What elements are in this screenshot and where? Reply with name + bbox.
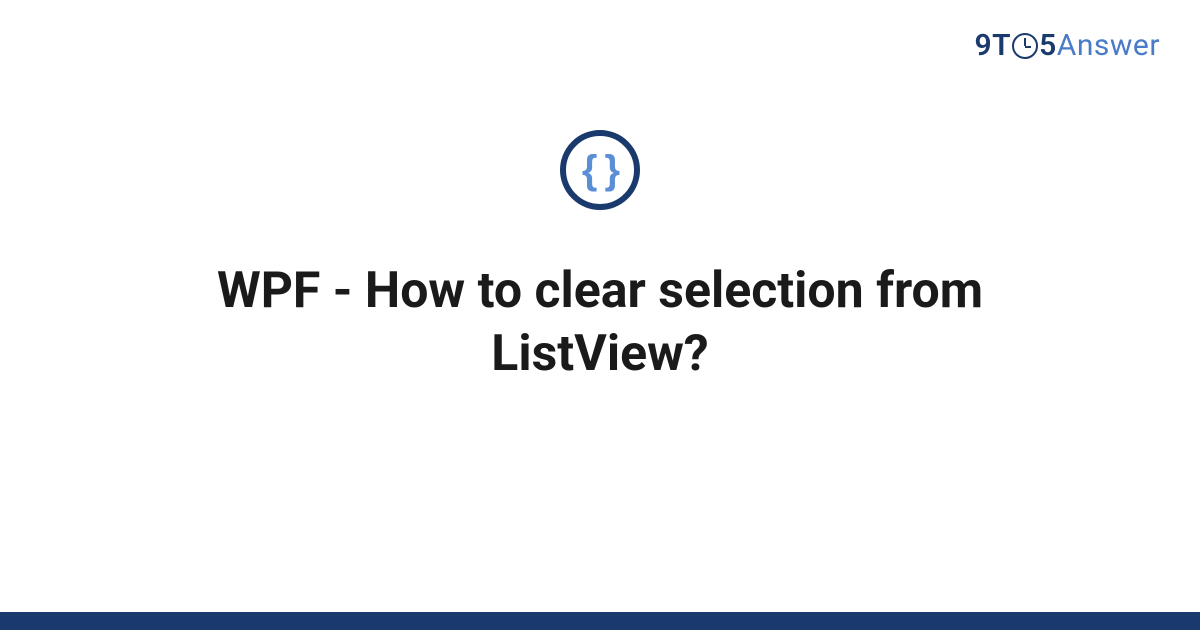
code-braces-icon: { } bbox=[582, 150, 618, 190]
brand-logo[interactable]: 9T 5 Answer bbox=[975, 28, 1160, 63]
footer-accent-bar bbox=[0, 612, 1200, 630]
logo-text-9t: 9T bbox=[975, 28, 1012, 63]
category-badge: { } bbox=[560, 130, 640, 210]
logo-text-answer: Answer bbox=[1057, 28, 1160, 63]
question-title: WPF - How to clear selection from ListVi… bbox=[100, 260, 1100, 385]
main-content: { } WPF - How to clear selection from Li… bbox=[0, 130, 1200, 385]
logo-text-5: 5 bbox=[1039, 28, 1057, 63]
clock-icon bbox=[1012, 33, 1038, 59]
